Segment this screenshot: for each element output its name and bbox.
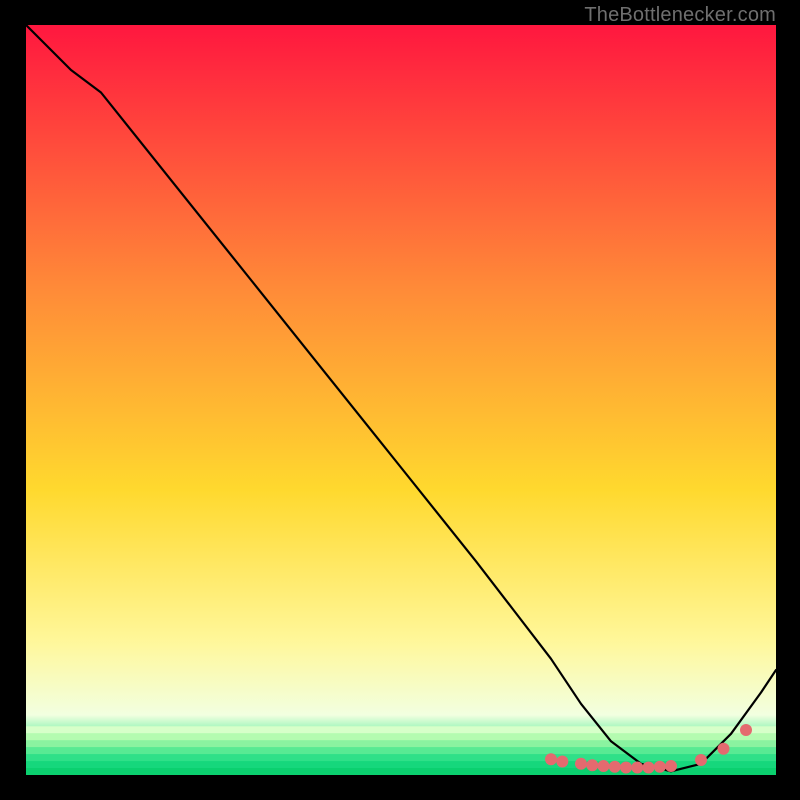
- green-band: [26, 726, 776, 734]
- chart-frame: TheBottlenecker.com: [0, 0, 800, 800]
- marker-dot: [740, 724, 752, 736]
- chart-svg: [26, 25, 776, 775]
- marker-dot: [575, 758, 587, 770]
- plot-area: [26, 25, 776, 775]
- marker-dot: [631, 762, 643, 774]
- gradient-background: [26, 25, 776, 775]
- marker-dot: [556, 756, 568, 768]
- green-band: [26, 747, 776, 755]
- marker-dot: [598, 760, 610, 772]
- marker-dot: [620, 762, 632, 774]
- green-band: [26, 740, 776, 748]
- green-band: [26, 733, 776, 741]
- marker-dot: [609, 761, 621, 773]
- marker-dot: [545, 753, 557, 765]
- marker-dot: [654, 761, 666, 773]
- marker-dot: [586, 759, 598, 771]
- green-band: [26, 754, 776, 762]
- marker-dot: [718, 743, 730, 755]
- marker-dot: [665, 760, 677, 772]
- marker-dot: [695, 754, 707, 766]
- marker-dot: [643, 762, 655, 774]
- watermark-text: TheBottlenecker.com: [584, 4, 776, 27]
